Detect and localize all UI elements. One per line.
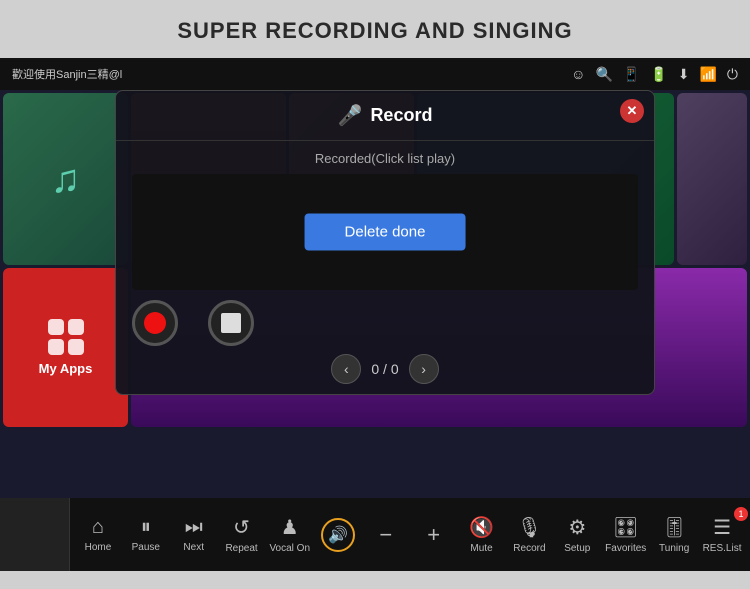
- home-icon: ⌂: [92, 516, 104, 539]
- record-modal: 🎤 Record ✕ Recorded(Click list play) Del…: [115, 90, 655, 395]
- stop-square-icon: [221, 313, 241, 333]
- repeat-label: Repeat: [225, 543, 257, 554]
- toolbar-vol-minus[interactable]: −: [364, 518, 408, 552]
- modal-body: Recorded(Click list play) Delete done ‹ …: [116, 141, 654, 394]
- vol-plus-icon: +: [427, 522, 440, 548]
- smiley-icon: ☺: [571, 66, 585, 82]
- toolbar-pause[interactable]: ⏸ Pause: [124, 512, 168, 557]
- pause-icon: ⏸: [141, 516, 151, 539]
- next-icon: ⏭: [185, 516, 203, 539]
- record-icon: 🎙: [517, 515, 542, 540]
- modal-title: 🎤 Record: [338, 103, 433, 128]
- my-apps-tile[interactable]: My Apps: [3, 268, 128, 427]
- res-list-label: RES.List: [703, 543, 742, 554]
- record-start-button[interactable]: [132, 300, 178, 346]
- next-label: Next: [183, 542, 204, 553]
- home-label: Home: [85, 542, 112, 553]
- tablet-icon: 📱: [623, 66, 640, 83]
- status-bar: 歡迎使用Sanjin三精@l ☺ 🔍 📱 🔋 ⬇ 📶 ⏻: [0, 58, 750, 90]
- prev-page-button[interactable]: ‹: [331, 354, 361, 384]
- volume-ring-icon: 🔊: [321, 518, 355, 552]
- toolbar-res-list[interactable]: ☰ RES.List 1: [700, 511, 744, 558]
- toolbar-home[interactable]: ⌂ Home: [76, 512, 120, 557]
- toolbar-tuning[interactable]: 🎚 Tuning: [652, 511, 696, 558]
- toolbar-record[interactable]: 🎙 Record: [507, 511, 551, 558]
- search-icon: 🔍: [595, 66, 612, 83]
- toolbar-setup[interactable]: ⚙ Setup: [555, 511, 599, 558]
- delete-done-button[interactable]: Delete done: [305, 214, 466, 251]
- pause-label: Pause: [132, 542, 160, 553]
- record-stop-button[interactable]: [208, 300, 254, 346]
- modal-header: 🎤 Record ✕: [116, 91, 654, 141]
- res-list-icon: ☰: [713, 515, 731, 540]
- mute-icon: 🔇: [469, 515, 494, 540]
- download-icon: ⬇: [678, 66, 690, 83]
- vol-minus-icon: −: [379, 522, 392, 548]
- recorded-label: Recorded(Click list play): [132, 151, 638, 166]
- wifi-icon: 📶: [699, 66, 716, 83]
- toolbar-mute[interactable]: 🔇 Mute: [460, 511, 504, 558]
- tuning-icon: 🎚: [661, 515, 686, 540]
- tuning-label: Tuning: [659, 543, 689, 554]
- app-dot-1: [48, 319, 64, 335]
- toolbar-repeat[interactable]: ↺ Repeat: [220, 511, 264, 558]
- pagination: ‹ 0 / 0 ›: [132, 354, 638, 384]
- vocal-on-label: Vocal On: [269, 543, 310, 554]
- vocal-on-icon: ♟: [281, 515, 299, 540]
- app-dot-3: [48, 339, 64, 355]
- favorites-label: Favorites: [605, 543, 646, 554]
- my-apps-label: My Apps: [39, 361, 93, 376]
- apps-grid: [48, 319, 84, 355]
- toolbar-vocal-on[interactable]: ♟ Vocal On: [267, 511, 312, 558]
- toolbar: ⌂ Home ⏸ Pause ⏭ Next ↺ Repeat ♟ Vocal O…: [0, 498, 750, 571]
- toolbar-items: ⌂ Home ⏸ Pause ⏭ Next ↺ Repeat ♟ Vocal O…: [70, 498, 750, 571]
- music-icon: ♫: [51, 157, 81, 202]
- welcome-text: 歡迎使用Sanjin三精@l: [12, 66, 122, 82]
- record-controls: [132, 300, 638, 346]
- favorites-icon: 🎛: [613, 515, 638, 540]
- power-icon: ⏻: [727, 66, 738, 83]
- header: SUPER RECORDING AND SINGING: [0, 0, 750, 58]
- record-label: Record: [513, 543, 545, 554]
- page-count: 0 / 0: [371, 361, 398, 377]
- toolbar-favorites[interactable]: 🎛 Favorites: [603, 511, 648, 558]
- record-dot-icon: [144, 312, 166, 334]
- page-title: SUPER RECORDING AND SINGING: [10, 18, 740, 44]
- toolbar-preview: [0, 498, 70, 571]
- modal-mic-icon: 🎤: [338, 103, 363, 128]
- app-dot-2: [68, 319, 84, 335]
- setup-label: Setup: [564, 543, 590, 554]
- toolbar-volume[interactable]: 🔊: [316, 514, 360, 556]
- next-page-button[interactable]: ›: [409, 354, 439, 384]
- tile-purple-small[interactable]: [677, 93, 747, 265]
- repeat-icon: ↺: [233, 515, 250, 540]
- mute-label: Mute: [470, 543, 492, 554]
- modal-title-text: Record: [370, 105, 432, 126]
- tile-music[interactable]: ♫: [3, 93, 128, 265]
- recordings-list[interactable]: Delete done: [132, 174, 638, 290]
- toolbar-vol-plus[interactable]: +: [412, 518, 456, 552]
- app-dot-4: [68, 339, 84, 355]
- setup-icon: ⚙: [568, 515, 586, 540]
- res-list-badge: 1: [734, 507, 748, 521]
- modal-close-button[interactable]: ✕: [620, 99, 644, 123]
- app-area: 歡迎使用Sanjin三精@l ☺ 🔍 📱 🔋 ⬇ 📶 ⏻ ♫: [0, 58, 750, 498]
- toolbar-next[interactable]: ⏭ Next: [172, 512, 216, 557]
- battery-icon: 🔋: [650, 66, 667, 83]
